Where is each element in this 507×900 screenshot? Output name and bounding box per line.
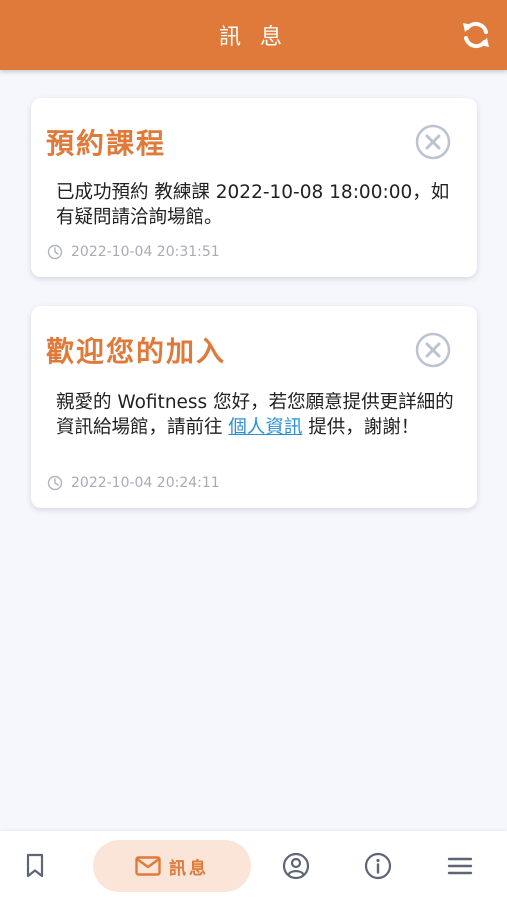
message-title: 預約課程 <box>46 127 167 160</box>
mail-icon <box>135 856 161 876</box>
nav-messages[interactable]: 訊息 <box>93 840 251 892</box>
dismiss-button[interactable] <box>415 332 451 368</box>
refresh-icon <box>463 21 489 49</box>
message-body-text-end: 提供，謝謝！ <box>302 417 420 438</box>
close-circle-icon <box>415 332 451 368</box>
nav-info[interactable] <box>353 840 403 892</box>
refresh-button[interactable] <box>459 18 493 52</box>
message-title: 歡迎您的加入 <box>46 335 227 368</box>
app-header: 訊 息 <box>0 0 507 70</box>
nav-bookmark[interactable] <box>10 840 60 892</box>
page-title: 訊 息 <box>219 25 288 50</box>
message-timestamp: 2022-10-04 20:24:11 <box>47 475 220 491</box>
message-card: 預約課程 已成功預約 教練課 2022-10-08 18:00:00，如有疑問請… <box>31 98 477 277</box>
nav-messages-label: 訊息 <box>169 858 209 879</box>
user-circle-icon <box>282 852 310 880</box>
nav-profile[interactable] <box>271 840 321 892</box>
message-card: 歡迎您的加入 親愛的 Wofitness 您好，若您願意提供更詳細的資訊給場館，… <box>31 306 477 508</box>
clock-icon <box>47 475 63 491</box>
bookmark-icon <box>26 853 44 878</box>
timestamp-text: 2022-10-04 20:24:11 <box>71 475 220 491</box>
nav-menu[interactable] <box>435 840 485 892</box>
message-body: 已成功預約 教練課 2022-10-08 18:00:00，如有疑問請洽詢場館。 <box>56 182 450 228</box>
timestamp-text: 2022-10-04 20:31:51 <box>71 244 220 260</box>
menu-icon <box>447 857 473 875</box>
message-body: 親愛的 Wofitness 您好，若您願意提供更詳細的資訊給場館，請前往 個人資… <box>56 390 455 440</box>
info-icon <box>364 852 392 880</box>
close-circle-icon <box>415 124 451 160</box>
bottom-nav: 訊息 <box>0 831 507 900</box>
profile-link[interactable]: 個人資訊 <box>228 417 302 438</box>
clock-icon <box>47 244 63 260</box>
message-timestamp: 2022-10-04 20:31:51 <box>47 244 220 260</box>
dismiss-button[interactable] <box>415 124 451 160</box>
